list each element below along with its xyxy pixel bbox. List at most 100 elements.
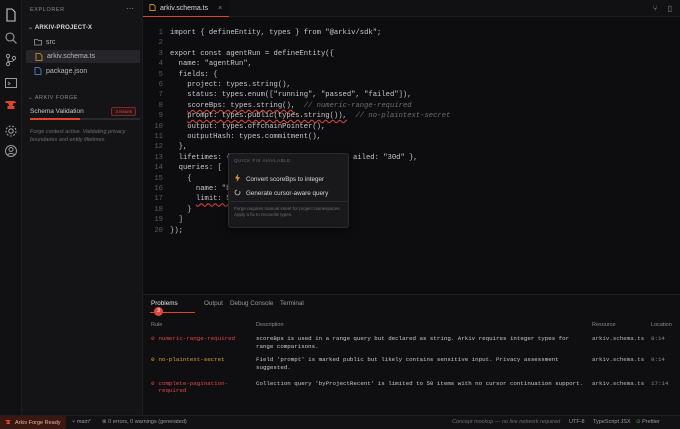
code-text: { xyxy=(187,174,192,183)
fix-convert-scorebps[interactable]: Convert scoreBps to integer xyxy=(234,174,324,184)
settings-gear-icon[interactable] xyxy=(4,124,18,138)
schema-validation-label: Schema Validation xyxy=(30,108,84,115)
forge-status[interactable]: Arkiv Forge Ready xyxy=(0,416,66,429)
tab-label: arkiv.schema.ts xyxy=(160,4,209,12)
rule-name: no-plaintext-secret xyxy=(158,356,225,363)
status-bar: Arkiv Forge Ready ⑂ main* ⊗ 0 errors, 0 … xyxy=(0,415,680,429)
json-file-icon xyxy=(34,67,42,75)
code-text: scoreBps: types.string(), // numeric-ran… xyxy=(187,101,412,110)
code-editor[interactable]: 1 import { defineEntity, types } from "@a… xyxy=(143,17,680,294)
tab-terminal[interactable]: Terminal xyxy=(280,300,304,307)
problem-description: scoreBps is used in a range query but de… xyxy=(256,335,570,350)
ts-file-icon xyxy=(35,52,43,61)
search-icon[interactable] xyxy=(4,31,18,45)
prettier-status[interactable]: ⊙ Prettier xyxy=(636,419,660,425)
code-tail: ailed: "30d" }, xyxy=(353,153,418,162)
tree-item-label: arkiv.schema.ts xyxy=(47,53,96,60)
column-header-location: Location xyxy=(651,322,672,328)
warning-icon: ⊘ xyxy=(151,356,155,363)
fix-label: Convert scoreBps to integer xyxy=(246,175,325,183)
problems-status[interactable]: ⊗ 0 errors, 0 warnings (generated) xyxy=(102,419,187,425)
line-number: 12 xyxy=(154,143,163,152)
account-icon[interactable] xyxy=(4,144,18,158)
code-line: 20}); xyxy=(143,227,680,239)
code-text: queries: [ xyxy=(178,164,222,173)
code-text: lifetimes: {ailed: "30d" }, xyxy=(178,153,418,162)
source-control-icon[interactable] xyxy=(4,53,18,67)
split-editor-icon[interactable]: ▯ xyxy=(668,4,672,13)
branch-status[interactable]: ⑂ main* xyxy=(72,419,91,425)
activity-bar xyxy=(0,0,22,415)
active-tab-indicator xyxy=(150,312,195,313)
column-header-description: Description xyxy=(256,322,284,328)
quick-fix-popup: QUICK FIX AVAILABLE Convert scoreBps to … xyxy=(228,153,349,228)
tree-item-arkiv-schema[interactable]: arkiv.schema.ts xyxy=(26,50,140,63)
column-header-resource: Resource xyxy=(592,322,616,328)
issues-badge: 3 issues xyxy=(111,107,136,116)
code-text: name: "agentRun", xyxy=(178,60,252,69)
error-icon: ⊘ xyxy=(151,380,155,387)
line-number: 18 xyxy=(154,205,163,214)
code-text: status: types.enum(["running", "passed",… xyxy=(187,91,412,100)
tree-item-label: package.json xyxy=(46,67,88,75)
line-number: 7 xyxy=(158,91,163,100)
problem-resource: arkiv.schema.ts xyxy=(592,356,645,363)
terminal-icon[interactable] xyxy=(4,76,18,90)
tree-item-label: src xyxy=(46,38,56,46)
code-comment: // numeric-range-required xyxy=(295,101,412,110)
line-number: 14 xyxy=(154,164,163,173)
problem-location: 9:14 xyxy=(651,356,665,363)
line-number: 5 xyxy=(158,70,163,79)
problem-description: Field 'prompt' is marked public but like… xyxy=(256,356,559,371)
quick-fix-footer: Forge requires manual intent for project… xyxy=(234,206,341,217)
problem-rule[interactable]: ⊘ numeric-range-required xyxy=(151,335,251,342)
problem-location: 17:14 xyxy=(651,380,669,387)
line-number: 16 xyxy=(154,185,163,193)
tab-debug-console[interactable]: Debug Console xyxy=(230,300,273,307)
code-text: name: "b xyxy=(195,185,231,193)
column-header-rule: Rule xyxy=(151,322,163,328)
validation-progress-fill xyxy=(30,118,80,120)
line-number: 17 xyxy=(154,195,163,204)
line-number: 9 xyxy=(158,112,163,121)
code-text: prompt: types.public(types.string()), //… xyxy=(187,112,451,121)
code-text: export const agentRun = defineEntity({ xyxy=(170,49,334,58)
problem-resource: arkiv.schema.ts xyxy=(592,380,645,387)
code-text: project: types.string(), xyxy=(187,81,291,89)
code-text: }, xyxy=(178,143,188,152)
tab-arkiv-schema[interactable]: arkiv.schema.ts × xyxy=(143,0,229,17)
more-options-icon[interactable]: ⋯ xyxy=(126,4,134,13)
problem-description: Collection query 'byProjectRecent' is li… xyxy=(256,380,583,387)
code-text: import { defineEntity, types } from "@ar… xyxy=(170,29,382,37)
forge-anvil-icon[interactable] xyxy=(4,98,18,112)
line-number: 15 xyxy=(154,174,163,183)
line-number: 11 xyxy=(154,133,163,141)
problem-rule[interactable]: ⊘ no-plaintext-secret xyxy=(151,356,251,363)
branch-compare-icon[interactable]: ⑂ xyxy=(653,4,658,13)
tree-item-src[interactable]: src xyxy=(34,38,55,46)
mockup-notice: Concept mockup — no live network require… xyxy=(452,419,561,425)
code-comment: // no-plaintext-secret xyxy=(346,112,451,121)
tab-output[interactable]: Output xyxy=(204,300,223,307)
line-number: 13 xyxy=(154,153,163,162)
encoding-status[interactable]: UTF-8 xyxy=(569,419,585,425)
refresh-icon xyxy=(234,189,241,198)
rule-name: complete-pagination-required xyxy=(158,380,229,394)
validation-progress-bar xyxy=(30,118,140,120)
problem-location: 8:14 xyxy=(651,335,665,342)
rule-name: numeric-range-required xyxy=(158,335,236,342)
line-number: 20 xyxy=(154,226,163,235)
tree-item-package-json[interactable]: package.json xyxy=(34,67,87,75)
fix-generate-cursor-query[interactable]: Generate cursor-aware query xyxy=(234,189,328,198)
problem-rule[interactable]: ⊘ complete-pagination-required xyxy=(151,380,251,394)
ts-file-icon xyxy=(149,3,156,13)
explorer-sidebar: EXPLORER ⋯ ⌄ ARKIV-PROJECT-X src arkiv.s… xyxy=(22,0,143,415)
line-number: 19 xyxy=(154,216,163,225)
forge-section-heading[interactable]: ⌄ ARKIV FORGE xyxy=(28,95,78,101)
code-text: } xyxy=(187,205,192,214)
language-status[interactable]: TypeScript JSX xyxy=(593,419,631,425)
code-text: }); xyxy=(170,226,183,235)
files-icon[interactable] xyxy=(4,8,18,22)
project-folder[interactable]: ⌄ ARKIV-PROJECT-X xyxy=(28,24,92,31)
close-icon[interactable]: × xyxy=(218,5,222,12)
